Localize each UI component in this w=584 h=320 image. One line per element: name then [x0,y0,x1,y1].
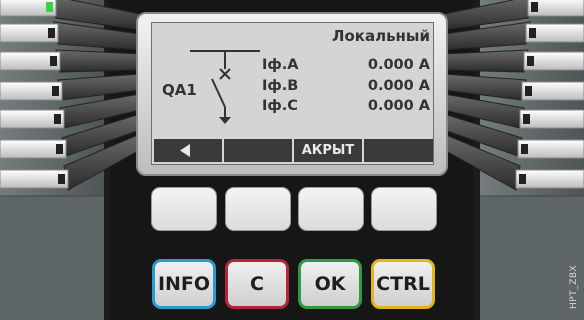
left-triangle-icon [180,144,190,157]
phase-c-label: Iф.C [262,98,298,114]
softkey-3[interactable]: АКРЫТ [294,139,362,162]
phase-a-label: Iф.A [262,57,299,73]
softkey-bar: АКРЫТ [154,139,433,162]
info-button[interactable]: INFO [152,259,216,309]
clear-button[interactable]: C [225,259,289,309]
phase-b-value: 0.000 A [367,78,430,94]
soft-button-4[interactable] [371,187,437,231]
lcd-screen: Локальный QA1 Iф.A 0.000 A Iф.B 0.000 A … [151,22,434,165]
phase-a-value: 0.000 A [367,57,430,73]
phase-b-label: Iф.B [262,78,299,94]
soft-button-2[interactable] [225,187,291,231]
softkey-2[interactable] [224,139,292,162]
image-watermark: HPT_ZBX [569,264,579,310]
circuit-breaker-icon [190,50,260,124]
soft-button-1[interactable] [151,187,217,231]
phase-c-value: 0.000 A [367,98,430,114]
device-label: QA1 [162,81,197,99]
softkey-4[interactable] [364,139,433,162]
control-mode-label: Локальный [332,27,430,45]
relay-front-panel: Локальный QA1 Iф.A 0.000 A Iф.B 0.000 A … [0,0,584,320]
softkey-3-label: АКРЫТ [301,143,355,158]
soft-button-3[interactable] [298,187,364,231]
ok-button[interactable]: OK [298,259,362,309]
ctrl-button[interactable]: CTRL [371,259,435,309]
softkey-1[interactable] [154,139,222,162]
